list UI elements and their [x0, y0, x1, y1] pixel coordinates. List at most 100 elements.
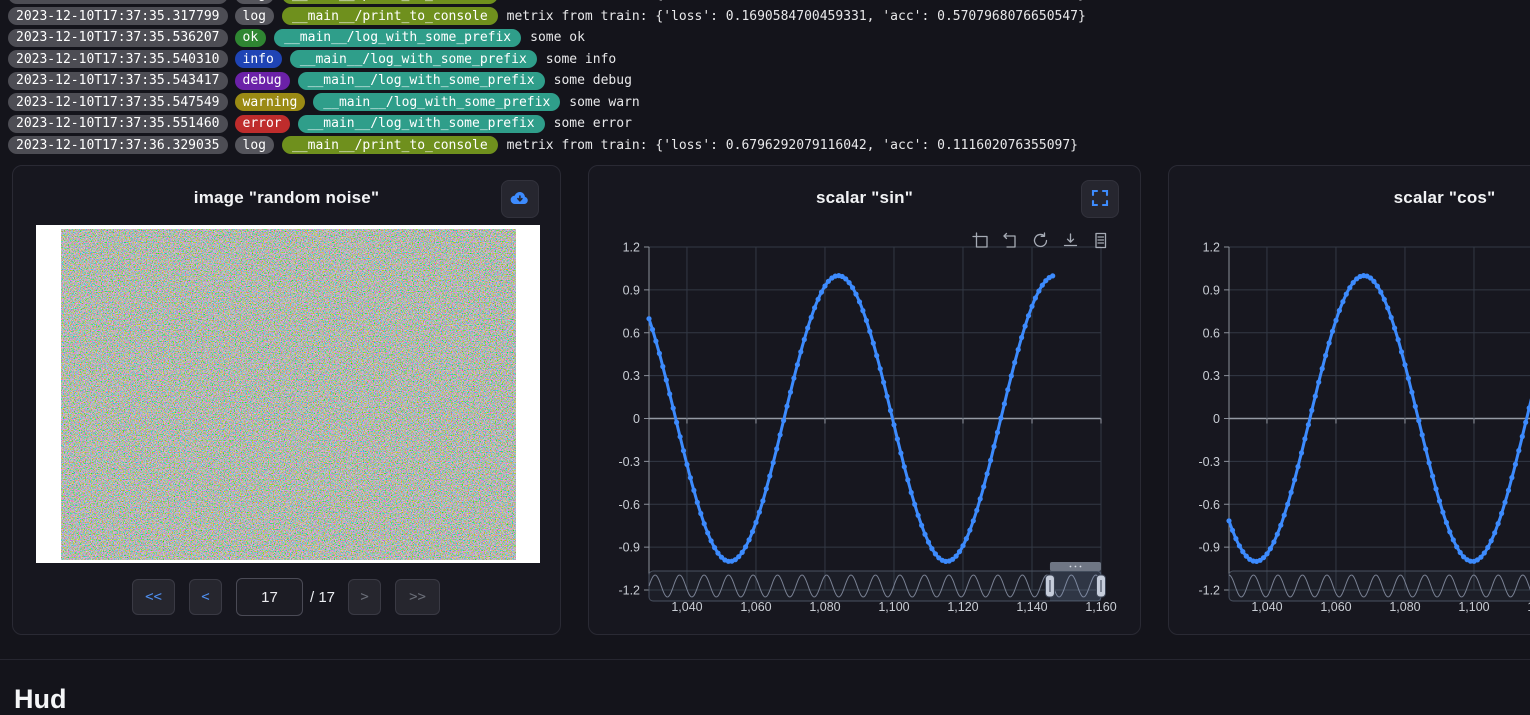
- image-card-title: image "random noise": [13, 188, 560, 208]
- svg-text:1.2: 1.2: [1203, 241, 1220, 255]
- log-console: 2023-12-10T17:37:35.317799 log __main__/…: [0, 0, 1530, 156]
- log-level-badge: log: [235, 7, 274, 25]
- log-row: 2023-12-10T17:37:35.540310 info __main__…: [0, 49, 1530, 71]
- module-badge: __main__/log_with_some_prefix: [298, 72, 545, 90]
- svg-text:1,060: 1,060: [740, 600, 771, 614]
- log-row: 2023-12-10T17:37:36.329035 log __main__/…: [0, 135, 1530, 157]
- fullscreen-button[interactable]: [1081, 180, 1119, 218]
- svg-text:0.9: 0.9: [1203, 283, 1220, 297]
- last-page-button[interactable]: >>: [395, 579, 440, 615]
- timestamp-badge: 2023-12-10T17:37:35.547549: [8, 93, 228, 111]
- log-message: metrix from train: {'loss': 0.6796292079…: [507, 138, 1078, 153]
- section-divider: [0, 659, 1530, 660]
- module-badge: __main__/log_with_some_prefix: [298, 115, 545, 133]
- download-image-button[interactable]: [501, 180, 539, 218]
- page-total-label: / 17: [310, 589, 335, 606]
- cloud-download-icon: [509, 188, 531, 211]
- page-input[interactable]: [236, 578, 303, 616]
- next-page-button[interactable]: >: [348, 579, 381, 615]
- log-row: 2023-12-10T17:37:35.543417 debug __main_…: [0, 70, 1530, 92]
- timestamp-badge: 2023-12-10T17:37:36.329035: [8, 136, 228, 154]
- svg-text:0.9: 0.9: [623, 283, 640, 297]
- svg-text:0.6: 0.6: [623, 326, 640, 340]
- module-badge: __main__/log_with_some_prefix: [290, 50, 537, 68]
- svg-text:0.3: 0.3: [623, 369, 640, 383]
- timestamp-badge: 2023-12-10T17:37:35.551460: [8, 115, 228, 133]
- log-row: 2023-12-10T17:37:35.547549 warning __mai…: [0, 92, 1530, 114]
- log-message: some error: [554, 116, 632, 131]
- datazoom-slider[interactable]: [649, 562, 1106, 601]
- log-row: 2023-12-10T17:37:35.551460 error __main_…: [0, 113, 1530, 135]
- log-level-badge: log: [235, 0, 274, 4]
- svg-text:-1.2: -1.2: [618, 584, 640, 598]
- chart-grid: [644, 247, 1101, 590]
- svg-text:1,040: 1,040: [671, 600, 702, 614]
- sin-card-title: scalar "sin": [589, 188, 1140, 208]
- prev-page-button[interactable]: <: [189, 579, 222, 615]
- cos-chart[interactable]: 1.2 0.9 0.6 0.3 0 -0.3 -0.6 -0.9 -1.2 1,040 1,060 1…: [1169, 166, 1530, 636]
- svg-text:1,140: 1,140: [1016, 600, 1047, 614]
- svg-text:1,100: 1,100: [878, 600, 909, 614]
- svg-text:1,160: 1,160: [1085, 600, 1116, 614]
- svg-text:0: 0: [1213, 412, 1220, 426]
- svg-text:-0.9: -0.9: [1198, 541, 1220, 555]
- save-image-icon[interactable]: [1062, 232, 1079, 249]
- module-badge: __main__/log_with_some_prefix: [274, 29, 521, 47]
- svg-text:0: 0: [633, 412, 640, 426]
- log-level-badge: warning: [235, 93, 306, 111]
- page-heading: Hud: [14, 684, 66, 715]
- svg-text:1,080: 1,080: [809, 600, 840, 614]
- svg-text:1,040: 1,040: [1251, 600, 1282, 614]
- log-row: 2023-12-10T17:37:35.536207 ok __main__/l…: [0, 27, 1530, 49]
- module-badge: __main__/print_to_console: [282, 7, 498, 25]
- image-card: image "random noise" << <: [12, 165, 561, 635]
- widget-row: image "random noise" << <: [12, 165, 1530, 635]
- svg-text:-0.3: -0.3: [618, 455, 640, 469]
- zoom-revert-icon[interactable]: [1002, 232, 1019, 249]
- dashboard-page: { "theme": { "page_bg": "#14141b", "card…: [0, 0, 1530, 697]
- svg-text:0.6: 0.6: [1203, 326, 1220, 340]
- timestamp-badge: 2023-12-10T17:37:35.536207: [8, 29, 228, 47]
- log-message: some debug: [554, 73, 632, 88]
- module-badge: __main__/print_to_console: [282, 0, 498, 4]
- axis-labels: 1.20.90.60.30-0.3-0.6-0.9-1.21,0401,0601…: [618, 241, 1116, 615]
- first-page-button[interactable]: <<: [132, 579, 175, 615]
- svg-text:1.2: 1.2: [623, 241, 640, 255]
- svg-text:1,060: 1,060: [1320, 600, 1351, 614]
- svg-text:-0.6: -0.6: [618, 498, 640, 512]
- log-level-badge: log: [235, 136, 274, 154]
- image-pagination: << < / 17 > >>: [132, 578, 440, 616]
- zoom-select-icon[interactable]: [972, 232, 989, 249]
- datazoom-slider[interactable]: [1229, 562, 1530, 601]
- data-view-icon[interactable]: [1092, 232, 1109, 249]
- log-level-badge: debug: [235, 72, 290, 90]
- log-level-badge: info: [235, 50, 282, 68]
- log-level-badge: ok: [235, 29, 267, 47]
- random-noise-image: [61, 229, 516, 560]
- svg-text:0.3: 0.3: [1203, 369, 1220, 383]
- log-message: metrix from train: {'loss': 0.1690584700…: [507, 9, 1086, 24]
- image-figure: [36, 225, 540, 563]
- log-message: some warn: [569, 95, 639, 110]
- log-message: metrix from train: {'loss': 0.1690584700…: [507, 0, 1086, 2]
- cos-card-title: scalar "cos": [1169, 188, 1530, 208]
- chart-toolbox: [972, 232, 1109, 249]
- module-badge: __main__/print_to_console: [282, 136, 498, 154]
- timestamp-badge: 2023-12-10T17:37:35.317799: [8, 7, 228, 25]
- svg-text:-0.6: -0.6: [1198, 498, 1220, 512]
- svg-text:-0.3: -0.3: [1198, 455, 1220, 469]
- log-level-badge: error: [235, 115, 290, 133]
- svg-text:-1.2: -1.2: [1198, 584, 1220, 598]
- timestamp-badge: 2023-12-10T17:37:35.543417: [8, 72, 228, 90]
- timestamp-badge: 2023-12-10T17:37:35.540310: [8, 50, 228, 68]
- svg-text:1,100: 1,100: [1458, 600, 1489, 614]
- log-message: some ok: [530, 30, 585, 45]
- log-message: some info: [546, 52, 616, 67]
- sin-chart-card: 1.20.90.60.30-0.3-0.6-0.9-1.21,0401,0601…: [588, 165, 1141, 635]
- log-row: 2023-12-10T17:37:35.317799 log __main__/…: [0, 6, 1530, 28]
- module-badge: __main__/log_with_some_prefix: [313, 93, 560, 111]
- chart-grid: [1224, 247, 1530, 590]
- fullscreen-icon: [1091, 189, 1109, 210]
- restore-icon[interactable]: [1032, 232, 1049, 249]
- svg-text:1,120: 1,120: [947, 600, 978, 614]
